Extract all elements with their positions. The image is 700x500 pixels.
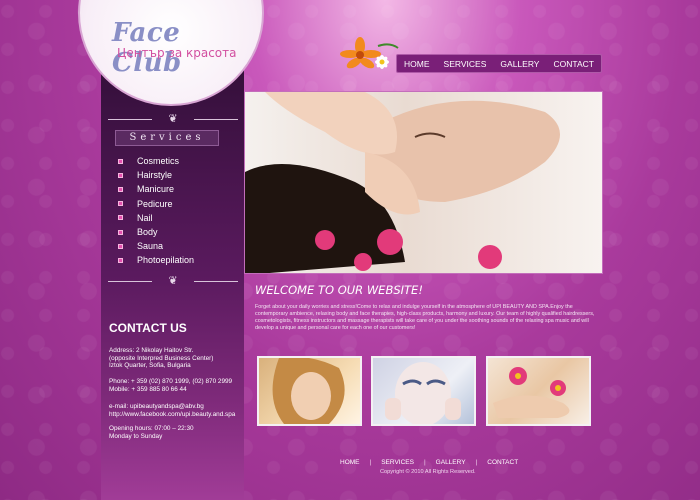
service-item-photoepilation[interactable]: Photoepilation	[118, 253, 238, 267]
copyright: Copyright © 2010 All Rights Reserved.	[380, 469, 476, 475]
bullet-icon	[118, 201, 123, 207]
makeup-photo	[385, 362, 461, 424]
bullet-icon	[118, 172, 123, 178]
service-item-body[interactable]: Body	[118, 225, 238, 239]
phone-line: Phone: + 359 (02) 870 1999, (02) 870 299…	[109, 378, 233, 385]
contact-address: Address: 2 Nikolay Haitov Str. (opposite…	[109, 347, 244, 370]
bullet-icon	[118, 243, 123, 249]
service-label: Hairstyle	[137, 170, 173, 181]
ornament-divider: ❦	[108, 114, 238, 125]
separator: |	[475, 459, 478, 466]
service-label: Cosmetics	[137, 156, 180, 166]
footer-link-home[interactable]: HOME	[340, 459, 360, 466]
separator: |	[369, 459, 372, 466]
service-item-nail[interactable]: Nail	[118, 211, 238, 225]
gallery-thumb-spa[interactable]	[486, 356, 591, 426]
bullet-icon	[118, 158, 123, 164]
service-label: Body	[137, 226, 158, 237]
logo-subtitle: Център за красота	[117, 46, 237, 60]
nav-contact[interactable]: CONTACT	[554, 59, 594, 69]
contact-phones: Phone: + 359 (02) 870 1999, (02) 870 299…	[109, 378, 244, 393]
contact-email: e-mail: upibeautyandspa@abv.bg http://ww…	[109, 403, 244, 418]
footer-link-services[interactable]: SERVICES	[381, 459, 414, 466]
service-label: Pedicure	[137, 198, 173, 209]
service-label: Nail	[137, 212, 153, 223]
ornament-divider: ❦	[108, 276, 238, 287]
footer-nav: HOME | SERVICES | GALLERY | CONTACT	[340, 459, 540, 466]
service-item-hairstyle[interactable]: Hairstyle	[118, 168, 238, 182]
spa-face-massage-image	[245, 92, 560, 273]
nav-gallery[interactable]: GALLERY	[500, 59, 539, 69]
top-nav: HOME SERVICES GALLERY CONTACT	[396, 54, 602, 73]
bullet-icon	[118, 186, 123, 192]
contact-title: CONTACT US	[109, 321, 187, 335]
separator: |	[423, 459, 426, 466]
hero-image	[244, 91, 603, 274]
services-list: Cosmetics Hairstyle Manicure Pedicure Na…	[118, 154, 238, 268]
flower-decoration-icon	[340, 37, 399, 69]
address-line: Iztok Quarter, Sofia, Bulgaria	[109, 362, 191, 370]
spa-feet-photo	[493, 367, 570, 418]
address-line: (opposite Interpred Business Center)	[109, 354, 214, 362]
address-line: Address: 2 Nikolay Haitov Str.	[109, 347, 194, 354]
nav-home[interactable]: HOME	[404, 59, 430, 69]
services-title: Services	[115, 130, 219, 146]
footer-link-contact[interactable]: CONTACT	[487, 459, 518, 466]
hours-line: Opening hours: 07:00 – 22:30	[109, 425, 194, 432]
hairstyle-photo	[272, 358, 345, 424]
service-label: Sauna	[137, 241, 164, 252]
service-item-sauna[interactable]: Sauna	[118, 239, 238, 253]
service-item-cosmetics[interactable]: Cosmetics	[118, 154, 238, 168]
gallery-thumb-face[interactable]	[371, 356, 476, 426]
gallery-thumb-hair[interactable]	[257, 356, 362, 426]
hours-line: Monday to Sunday	[109, 432, 163, 440]
facebook-link[interactable]: http://www.facebook.com/upi.beauty.and.s…	[109, 411, 244, 419]
contact-hours: Opening hours: 07:00 – 22:30 Monday to S…	[109, 425, 244, 440]
footer-link-gallery[interactable]: GALLERY	[436, 459, 466, 466]
bullet-icon	[118, 257, 123, 263]
intro-paragraph: Forget about your daily worries and stre…	[255, 304, 595, 331]
email-link[interactable]: e-mail: upibeautyandspa@abv.bg	[109, 403, 244, 411]
service-label: Manicure	[137, 184, 175, 195]
phone-line: Mobile: + 359 885 80 66 44	[109, 385, 187, 393]
bullet-icon	[118, 229, 123, 235]
nav-services[interactable]: SERVICES	[444, 59, 487, 69]
service-label: Photoepilation	[137, 255, 195, 266]
service-item-pedicure[interactable]: Pedicure	[118, 197, 238, 211]
bullet-icon	[118, 215, 123, 221]
service-item-manicure[interactable]: Manicure	[118, 182, 238, 196]
welcome-heading: WELCOME TO OUR WEBSITE!	[255, 283, 423, 297]
